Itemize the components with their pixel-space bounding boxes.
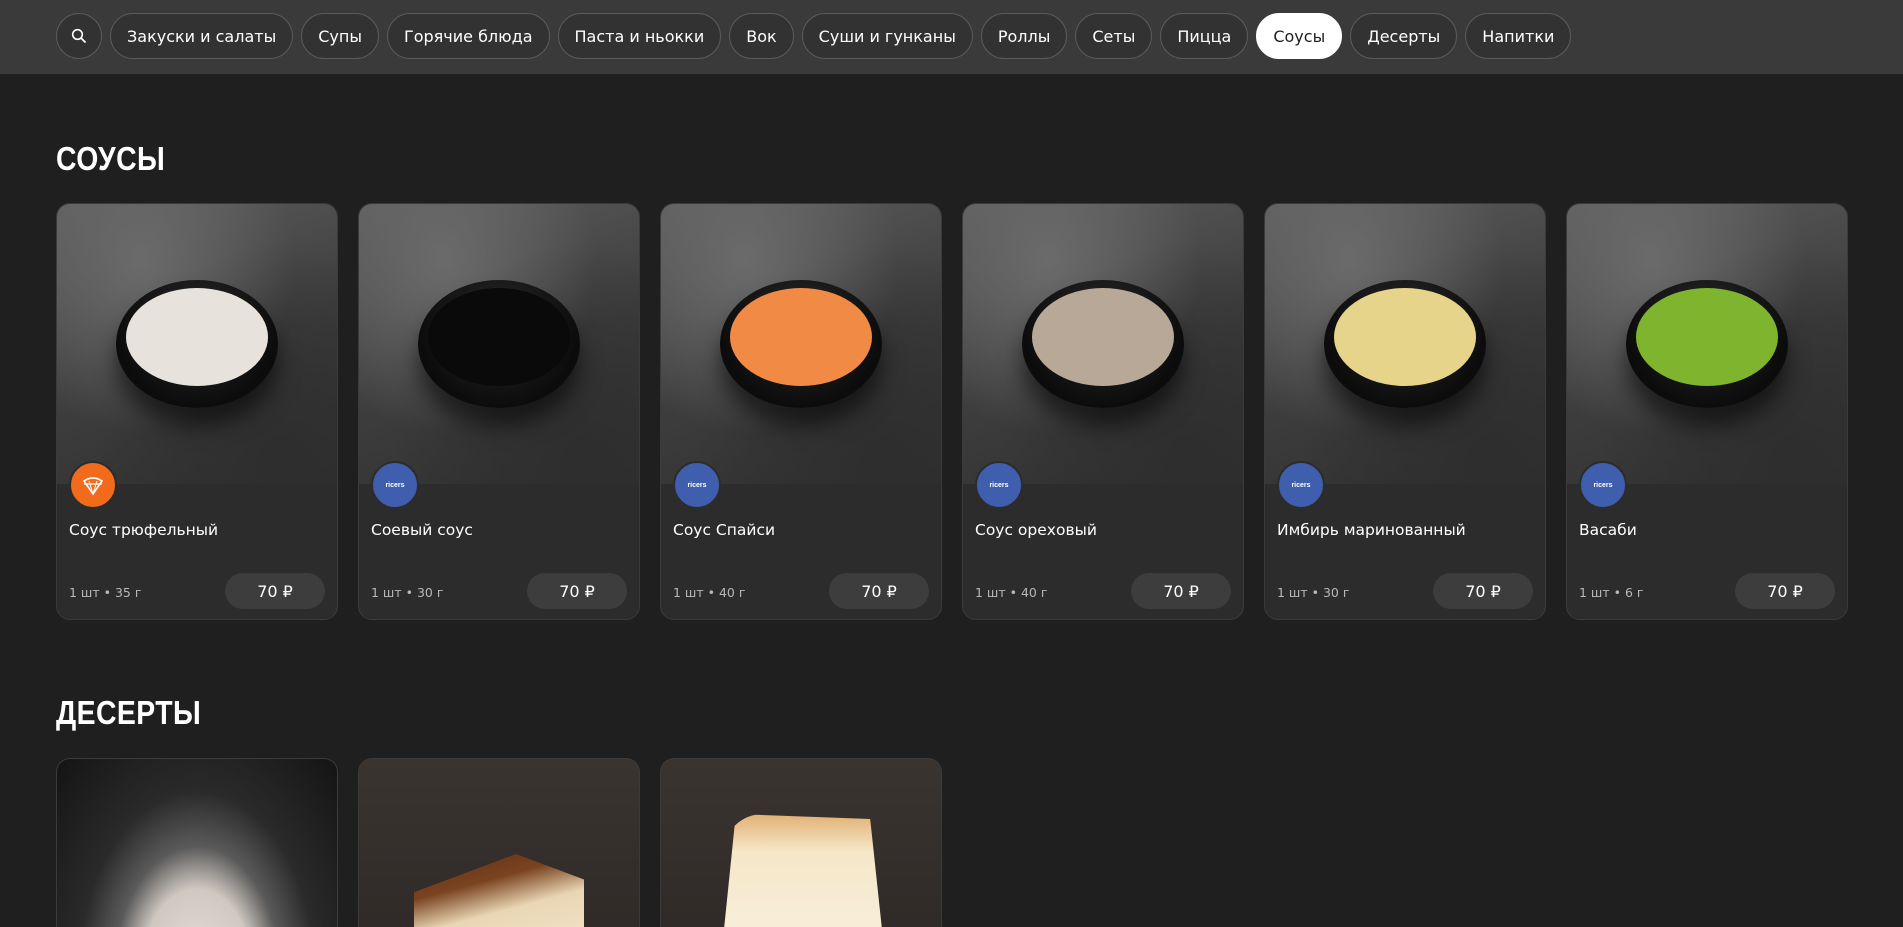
product-photo — [723, 814, 883, 927]
category-chip-snacks-salads[interactable]: Закуски и салаты — [110, 13, 294, 59]
category-chip-sushi[interactable]: Суши и гунканы — [801, 13, 973, 59]
category-navbar: Закуски и салаты Супы Горячие блюда Паст… — [0, 0, 1903, 74]
product-photo — [1567, 204, 1847, 484]
category-chip-desserts[interactable]: Десерты — [1350, 13, 1458, 59]
sauce-fill — [730, 288, 872, 386]
category-chip-sets[interactable]: Сеты — [1075, 13, 1153, 59]
sauce-bowl — [418, 280, 580, 408]
sauce-fill — [126, 288, 268, 386]
product-photo — [661, 204, 941, 484]
sauce-fill — [1032, 288, 1174, 386]
product-photo — [414, 854, 584, 927]
brand-badge: ricers — [1277, 461, 1325, 509]
sauce-fill — [1334, 288, 1476, 386]
product-name: Соевый соус — [371, 521, 473, 539]
sauce-bowl — [1626, 280, 1788, 408]
product-photo — [359, 204, 639, 484]
add-to-cart-button[interactable]: 70 ₽ — [527, 573, 627, 609]
sauce-fill — [1636, 288, 1778, 386]
product-card[interactable] — [358, 758, 640, 927]
product-name: Соус трюфельный — [69, 521, 219, 539]
sauce-bowl — [1324, 280, 1486, 408]
brand-badge: ricers — [1579, 461, 1627, 509]
product-photo — [57, 759, 337, 927]
sauce-bowl — [720, 280, 882, 408]
add-to-cart-button[interactable]: 70 ₽ — [829, 573, 929, 609]
category-chip-drinks[interactable]: Напитки — [1465, 13, 1572, 59]
search-button[interactable] — [56, 13, 102, 59]
category-chip-pizza[interactable]: Пицца — [1160, 13, 1249, 59]
brand-logo-icon — [82, 477, 104, 496]
brand-badge: ricers — [975, 461, 1023, 509]
product-card[interactable]: ricers Васаби 1 шт • 6 г 70 ₽ — [1566, 203, 1848, 620]
product-name: Соус ореховый — [975, 521, 1097, 539]
product-meta: 1 шт • 35 г — [69, 585, 142, 600]
category-chip-soups[interactable]: Супы — [301, 13, 379, 59]
sauce-fill — [428, 288, 570, 386]
sauces-grid: Соус трюфельный 1 шт • 35 г 70 ₽ ricers … — [56, 203, 1848, 620]
product-card[interactable]: ricers Соус Спайси 1 шт • 40 г 70 ₽ — [660, 203, 942, 620]
brand-badge: ricers — [371, 461, 419, 509]
product-card[interactable]: ricers Соевый соус 1 шт • 30 г 70 ₽ — [358, 203, 640, 620]
product-meta: 1 шт • 30 г — [1277, 585, 1350, 600]
product-meta: 1 шт • 40 г — [975, 585, 1048, 600]
product-card[interactable] — [660, 758, 942, 927]
product-meta: 1 шт • 30 г — [371, 585, 444, 600]
section-title-desserts: Десерты — [56, 694, 202, 731]
product-card[interactable]: Соус трюфельный 1 шт • 35 г 70 ₽ — [56, 203, 338, 620]
sauce-bowl — [1022, 280, 1184, 408]
category-nav: Закуски и салаты Супы Горячие блюда Паст… — [56, 13, 1572, 59]
product-photo — [963, 204, 1243, 484]
brand-badge: ricers — [673, 461, 721, 509]
product-meta: 1 шт • 6 г — [1579, 585, 1644, 600]
product-name: Имбирь маринованный — [1277, 521, 1466, 539]
add-to-cart-button[interactable]: 70 ₽ — [225, 573, 325, 609]
sauce-bowl — [116, 280, 278, 408]
add-to-cart-button[interactable]: 70 ₽ — [1433, 573, 1533, 609]
section-title-sauces: Соусы — [56, 140, 166, 177]
category-chip-wok[interactable]: Вок — [729, 13, 794, 59]
search-icon — [71, 28, 86, 43]
product-card[interactable] — [56, 758, 338, 927]
product-meta: 1 шт • 40 г — [673, 585, 746, 600]
product-photo — [1265, 204, 1545, 484]
product-name: Соус Спайси — [673, 521, 776, 539]
desserts-grid — [56, 758, 942, 927]
product-photo — [57, 204, 337, 484]
product-card[interactable]: ricers Имбирь маринованный 1 шт • 30 г 7… — [1264, 203, 1546, 620]
product-card[interactable]: ricers Соус ореховый 1 шт • 40 г 70 ₽ — [962, 203, 1244, 620]
brand-badge — [69, 461, 117, 509]
product-name: Васаби — [1579, 521, 1637, 539]
add-to-cart-button[interactable]: 70 ₽ — [1735, 573, 1835, 609]
category-chip-pasta[interactable]: Паста и ньокки — [557, 13, 722, 59]
category-chip-rolls[interactable]: Роллы — [980, 13, 1068, 59]
add-to-cart-button[interactable]: 70 ₽ — [1131, 573, 1231, 609]
category-chip-hot-dishes[interactable]: Горячие блюда — [386, 13, 550, 59]
category-chip-sauces[interactable]: Соусы — [1256, 13, 1343, 59]
